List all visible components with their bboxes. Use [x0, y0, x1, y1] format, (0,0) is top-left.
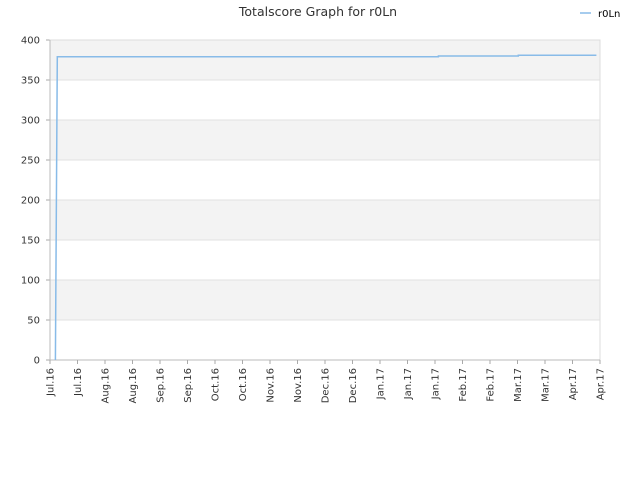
legend-label: r0Ln [598, 9, 620, 20]
y-tick-label: 0 [34, 356, 40, 367]
x-tick-label: Sep.16 [183, 368, 194, 403]
y-tick-label: 100 [21, 276, 40, 287]
x-tick-label: Jan.17 [431, 368, 442, 400]
x-tick-label: Nov.16 [266, 368, 277, 403]
x-tick-label: Feb.17 [486, 368, 497, 402]
x-tick-label: Jul.16 [46, 368, 57, 397]
y-tick-label: 200 [21, 196, 40, 207]
legend[interactable]: r0Ln [580, 9, 620, 20]
x-tick-label: Oct.16 [238, 368, 249, 401]
x-tick-label: Jan.17 [403, 368, 414, 400]
x-tick-label: Aug.16 [128, 368, 139, 403]
grid-band [50, 120, 600, 160]
y-tick-label: 50 [27, 316, 40, 327]
x-tick-label: Nov.16 [293, 368, 304, 403]
x-axis-ticks: Jul.16 Jul.16 Aug.16 Aug.16 Sep.16 Sep.16 Oct.… [46, 360, 607, 403]
y-tick-label: 300 [21, 116, 40, 127]
grid-band [50, 200, 600, 240]
x-tick-label: Oct.16 [211, 368, 222, 401]
x-tick-label: Dec.16 [321, 368, 332, 403]
totalscore-chart: 0 50 100 150 200 250 300 350 400 Jul.16 Jul.16 Aug… [21, 4, 620, 403]
y-tick-label: 150 [21, 236, 40, 247]
x-tick-label: Aug.16 [101, 368, 112, 403]
grid-band [50, 280, 600, 320]
x-tick-label: Jul.16 [73, 368, 84, 397]
x-tick-label: Sep.16 [156, 368, 167, 403]
x-tick-label: Jan.17 [376, 368, 387, 400]
grid-bands [50, 40, 600, 320]
y-tick-label: 400 [21, 36, 40, 47]
x-tick-label: Feb.17 [458, 368, 469, 402]
chart-title: Totalscore Graph for r0Ln [238, 4, 397, 19]
x-tick-label: Dec.16 [348, 368, 359, 403]
y-axis-ticks: 0 50 100 150 200 250 300 350 400 [21, 36, 40, 367]
x-tick-label: Mar.17 [513, 368, 524, 402]
y-tick-label: 250 [21, 156, 40, 167]
x-tick-label: Apr.17 [596, 368, 607, 400]
x-tick-label: Apr.17 [568, 368, 579, 400]
y-tick-label: 350 [21, 76, 40, 87]
x-tick-label: Mar.17 [541, 368, 552, 402]
grid-band [50, 40, 600, 80]
